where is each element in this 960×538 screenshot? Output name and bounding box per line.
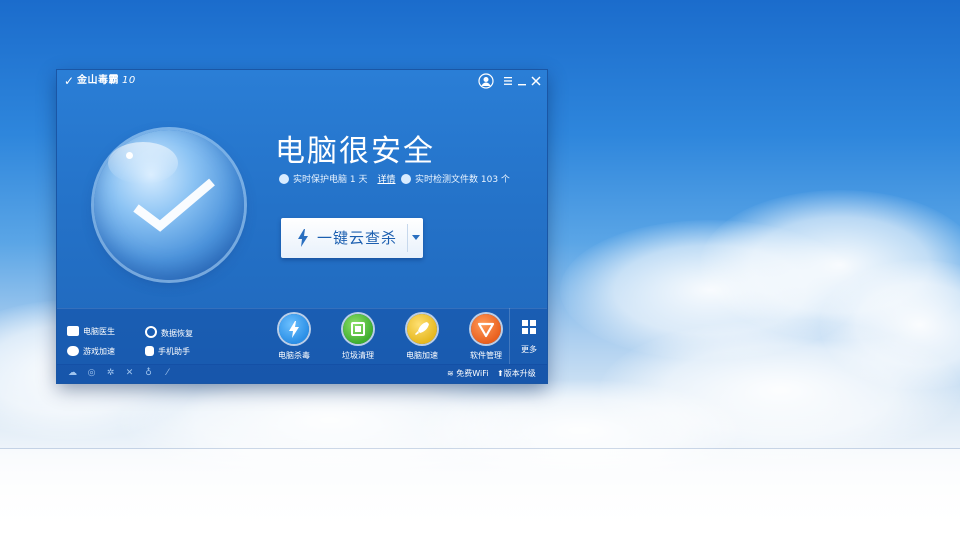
bolt-icon [298,229,308,247]
settings-icon[interactable]: ✲ [105,368,116,379]
tool-label: 游戏加速 [83,347,115,356]
app-logo-icon: ✓ [63,74,75,88]
user-icon[interactable] [478,73,494,89]
upgrade-label: 版本升级 [503,369,536,378]
protect-info: 实时保护电脑 1 天详情 [279,174,395,186]
footer-bar: ☁ ◎ ✲ ✕ ♁ ⁄ ≋ 免费WiFi ⬆版本升级 [57,364,547,383]
detail-link[interactable]: 详情 [377,175,395,185]
scan-count-text: 实时检测文件数 103 个 [415,175,510,185]
feature-label: 电脑杀毒 [278,351,310,360]
tool-pc-doctor[interactable]: 电脑医生 [67,326,115,337]
app-title: 金山毒霸 10 [77,74,136,87]
upgrade-arrow-icon: ⬆ [497,369,504,378]
medkit-icon [67,326,79,336]
app-window: ✓ 金山毒霸 10 电脑很安全 实时保护电脑 1 天详情 实时检测文件数 103 … [57,70,547,383]
close-icon[interactable] [528,73,544,89]
panel-divider [509,308,510,364]
chevron-down-icon [412,235,420,240]
free-wifi-link[interactable]: ≋ 免费WiFi [447,368,488,379]
feature-speedup[interactable]: 电脑加速 [394,314,450,361]
rocket-icon [407,314,437,344]
security-shield [94,130,244,280]
more-button[interactable]: 更多 [515,320,543,355]
tools-icon[interactable]: ✕ [124,368,135,379]
tool-label: 手机助手 [158,347,190,356]
trash-icon [343,314,373,344]
checkmark-icon [133,178,215,232]
phone-hand-icon [145,346,154,356]
restore-icon [145,326,157,338]
shield-small-icon [279,174,289,184]
tool-label: 电脑医生 [83,327,115,336]
one-click-scan-button[interactable]: 一键云查杀 [281,218,423,258]
tool-phone-assistant[interactable]: 手机助手 [145,346,190,357]
feature-junk-clean[interactable]: 垃圾清理 [330,314,386,361]
scan-main-area[interactable]: 一键云查杀 [281,218,407,258]
scan-count-info: 实时检测文件数 103 个 [401,174,510,186]
cloud-icon[interactable]: ☁ [67,368,78,379]
leaf-icon[interactable]: ⁄ [162,368,173,379]
feature-label: 电脑加速 [406,351,438,360]
wifi-icon: ≋ [447,369,454,378]
app-name: 金山毒霸 [77,75,119,86]
grid-icon [522,320,536,334]
app-version: 10 [122,75,136,86]
status-title: 电脑很安全 [275,134,435,169]
feature-label: 垃圾清理 [342,351,374,360]
software-icon [471,314,501,344]
file-scan-icon [401,174,411,184]
wifi-label: 免费WiFi [456,369,489,378]
feature-software-manager[interactable]: 软件管理 [458,314,514,361]
title-bar: ✓ 金山毒霸 10 [57,70,547,92]
tool-data-recovery[interactable]: 数据恢复 [145,326,193,339]
upgrade-link[interactable]: ⬆版本升级 [497,368,536,379]
gamepad-icon [67,346,79,356]
feature-antivirus[interactable]: 电脑杀毒 [266,314,322,361]
scan-dropdown-button[interactable] [408,218,423,258]
feature-label: 软件管理 [470,351,502,360]
gear-icon[interactable]: ◎ [86,368,97,379]
scan-button-label: 一键云查杀 [317,229,398,247]
bug-icon[interactable]: ♁ [143,368,154,379]
more-label: 更多 [521,345,537,354]
tool-game-boost[interactable]: 游戏加速 [67,346,115,357]
protect-text: 实时保护电脑 1 天 [293,175,368,185]
bolt-icon [279,314,309,344]
tool-label: 数据恢复 [161,329,193,338]
